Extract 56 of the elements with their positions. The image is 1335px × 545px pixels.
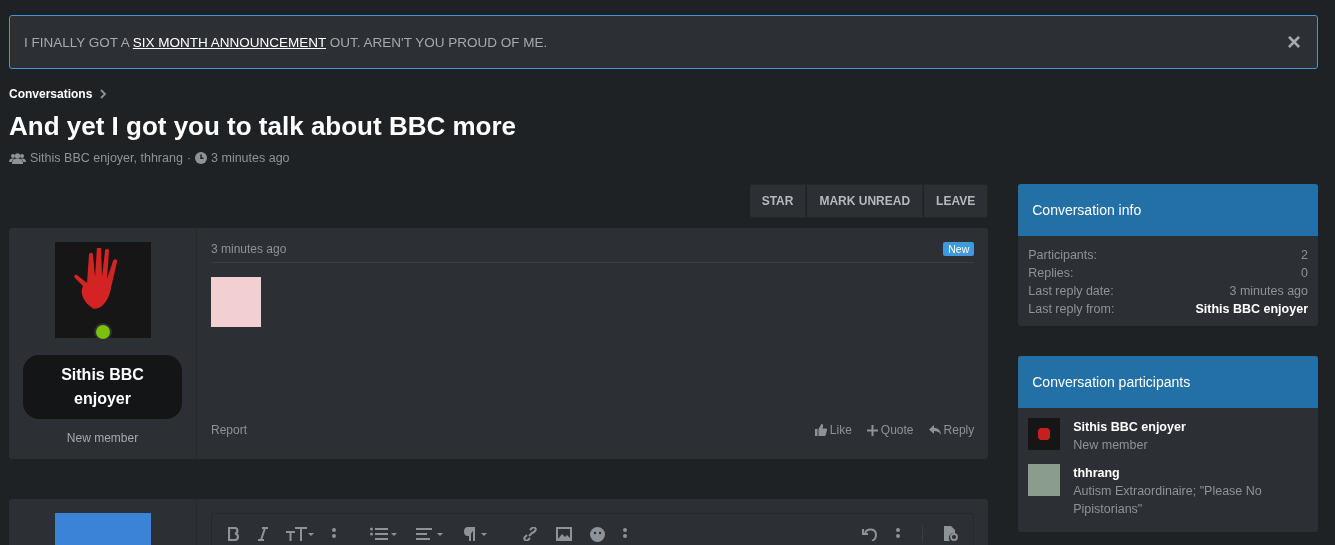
panel-header: Conversation info (1018, 184, 1318, 236)
info-value: 2 (1301, 247, 1308, 264)
avatar-image[interactable] (1028, 418, 1061, 450)
quote-button[interactable]: Quote (866, 423, 914, 437)
conversation-title: And yet I got you to talk about BBC more (9, 110, 517, 142)
action-button[interactable]: STAR (748, 184, 807, 218)
avatar-image[interactable] (1028, 464, 1061, 496)
close-button[interactable]: × (1285, 32, 1303, 52)
list-icon[interactable] (370, 527, 398, 541)
image-placeholder (211, 277, 261, 327)
username-label[interactable]: Sithis BBC enjoyer (23, 355, 182, 419)
italic-icon[interactable] (258, 527, 268, 541)
image-icon[interactable] (556, 527, 572, 541)
more-icon[interactable] (623, 527, 627, 541)
user-title: New member (66, 431, 139, 445)
text-size-icon[interactable] (286, 527, 314, 541)
participant-name[interactable]: thhrang (1073, 464, 1308, 482)
users-icon (9, 152, 26, 164)
info-label: Replies: (1028, 265, 1074, 282)
reply-button[interactable]: Reply (928, 423, 975, 437)
reply-arrow-icon (928, 425, 941, 435)
info-value: 0 (1301, 265, 1308, 282)
announcement-link[interactable]: SIX MONTH ANNOUNCEMENT (132, 34, 327, 50)
participant-title: Autism Extraordinaire; "Please No Pipistorians" (1073, 483, 1263, 518)
report-link[interactable]: Report (211, 423, 248, 437)
info-label: Participants: (1028, 247, 1097, 264)
plus-icon (866, 424, 878, 436)
more-icon[interactable] (896, 527, 901, 541)
info-value: 3 minutes ago (1229, 283, 1308, 300)
separator-dot: · (186, 151, 192, 165)
participant-title: New member (1073, 437, 1149, 454)
link-icon[interactable] (522, 527, 538, 541)
breadcrumb-link[interactable]: Conversations (9, 87, 93, 101)
align-icon[interactable] (416, 527, 444, 541)
thumbs-up-icon (814, 424, 827, 436)
participant-name[interactable]: Sithis BBC enjoyer (1073, 418, 1186, 436)
more-icon[interactable] (332, 527, 336, 541)
chevron-icon (100, 89, 107, 99)
action-button[interactable]: MARK UNREAD (806, 184, 924, 218)
new-badge: New (943, 242, 975, 256)
like-button[interactable]: Like (814, 423, 852, 437)
paragraph-icon[interactable] (462, 527, 488, 541)
action-button[interactable]: LEAVE (923, 184, 989, 218)
message-time[interactable]: 3 minutes ago (211, 242, 287, 256)
panel-header: Conversation participants (1018, 356, 1318, 408)
announcement-text: I FINALLY GOT A SIX MONTH ANNOUNCEMENT OUT. AREN'T YOU PROUD OF ME. (24, 34, 548, 50)
username-link[interactable]: Sithis BBC enjoyer (1195, 300, 1308, 318)
time-text: 3 minutes ago (211, 151, 290, 165)
emoji-icon[interactable] (590, 526, 605, 542)
participants-text: Sithis BBC enjoyer, thhrang (30, 151, 183, 165)
undo-icon[interactable] (862, 527, 879, 541)
info-label: Last reply from: (1028, 301, 1115, 318)
info-label: Last reply date: (1028, 283, 1114, 300)
preview-icon[interactable] (922, 526, 960, 542)
bold-icon[interactable] (228, 527, 240, 541)
clock-icon (195, 152, 208, 164)
